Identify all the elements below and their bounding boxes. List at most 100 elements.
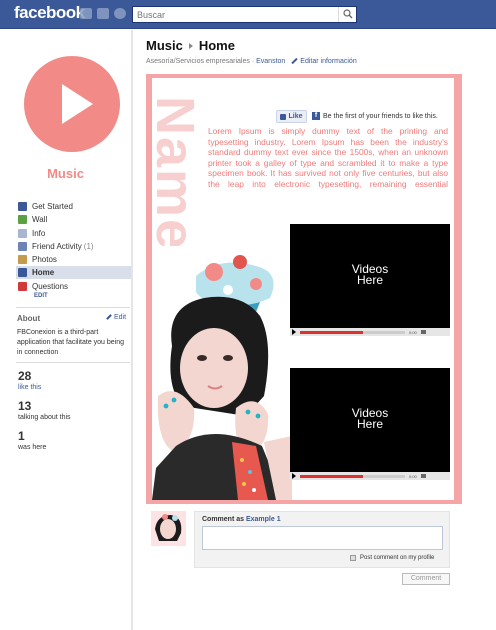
fullscreen-icon[interactable] <box>420 330 426 334</box>
fullscreen-icon[interactable] <box>420 474 426 478</box>
name-watermark: Name <box>152 96 205 252</box>
wall-icon <box>18 215 27 225</box>
sidebar-item-label: Photos <box>32 255 57 265</box>
comment-box: Comment as Example 1 Post comment on my … <box>194 511 450 568</box>
sidebar-item-questions[interactable]: Questions <box>16 280 131 293</box>
stat-was-here-label: was here <box>18 444 47 451</box>
comment-as-prefix: Comment as <box>202 516 245 523</box>
top-bar: facebook <box>0 0 496 29</box>
lorem-text: Lorem Ipsum is simply dummy text of the … <box>208 126 448 189</box>
comment-input[interactable] <box>202 526 443 550</box>
commenter-avatar-image <box>151 511 186 546</box>
sidebar-item-label: Info <box>32 228 46 238</box>
play-icon <box>62 84 93 124</box>
breadcrumb-current: Home <box>198 38 235 53</box>
post-to-profile[interactable]: Post comment on my profile <box>350 555 434 561</box>
pencil-icon <box>106 314 112 320</box>
video-1-progress[interactable] <box>300 330 405 334</box>
get-started-icon <box>18 202 27 211</box>
search-button[interactable] <box>338 7 356 22</box>
like-prompt: f Be the first of your friends to like t… <box>312 112 438 120</box>
video-1-progress-fill <box>300 330 363 334</box>
page-avatar[interactable] <box>24 56 120 152</box>
sidebar-item-label: Get Started <box>32 202 73 211</box>
friend-activity-icon <box>18 241 27 251</box>
home-icon <box>18 268 27 278</box>
pencil-icon <box>291 57 298 64</box>
commenter-avatar <box>151 511 186 546</box>
nav-edit-link[interactable]: EDIT <box>34 293 48 299</box>
sidebar-item-info[interactable]: Info <box>16 227 131 240</box>
play-button-icon[interactable] <box>292 473 296 479</box>
like-button[interactable]: Like <box>276 110 307 123</box>
like-prompt-text: Be the first of your friends to like thi… <box>323 112 438 120</box>
post-to-profile-checkbox[interactable] <box>350 555 356 561</box>
comment-as-user[interactable]: Example 1 <box>246 516 281 523</box>
custom-tab-card: Name Like f Be the first of your friends… <box>146 74 462 504</box>
breadcrumb-arrow-icon <box>188 42 193 49</box>
stat-likes: 28 like this <box>18 369 41 391</box>
breadcrumb-parent[interactable]: Music <box>146 38 183 53</box>
video-player-1[interactable]: Videos Here 0:00 <box>290 224 450 336</box>
info-icon <box>18 228 27 238</box>
sidebar-item-label: Wall <box>32 215 48 225</box>
video-1-line-2: Here <box>356 273 383 287</box>
stat-talking-number: 13 <box>18 399 32 413</box>
about-edit-label: Edit <box>114 314 127 321</box>
about-edit-link[interactable]: Edit <box>106 314 126 321</box>
stat-likes-label[interactable]: like this <box>18 384 41 391</box>
sidebar-item-photos[interactable]: Photos <box>16 253 131 266</box>
page-subline: Asesoría/Servicios empresariales · Evans… <box>146 57 357 65</box>
notifications-icon[interactable] <box>114 8 126 19</box>
sidebar-item-label: Questions <box>32 281 69 291</box>
stat-talking-label: talking about this <box>18 414 71 421</box>
thumbs-up-icon <box>280 113 287 120</box>
photos-icon <box>18 255 27 265</box>
search-icon <box>343 9 353 19</box>
video-player-2[interactable]: Videos Here 0:00 <box>290 368 450 480</box>
page-category[interactable]: Asesoría/Servicios empresariales <box>146 58 250 65</box>
sidebar-item-count: (1) <box>83 241 94 251</box>
stat-was-here-number: 1 <box>18 429 25 443</box>
sidebar-item-wall[interactable]: Wall <box>16 213 131 226</box>
friend-requests-icon[interactable] <box>80 8 92 19</box>
video-2-placeholder: Videos Here <box>290 407 450 431</box>
post-to-profile-label: Post comment on my profile <box>360 555 435 561</box>
sidebar-item-label: Friend Activity <box>32 241 82 251</box>
stat-was-here: 1 was here <box>18 429 46 451</box>
messages-icon[interactable] <box>97 8 109 19</box>
video-2-progress-fill <box>300 474 363 478</box>
facebook-logo[interactable]: facebook <box>14 3 85 23</box>
questions-icon <box>18 281 27 291</box>
sidebar-item-home[interactable]: Home <box>16 266 131 280</box>
video-2-time: 0:00 <box>409 473 417 479</box>
about-text: FBConexion is a third-part application t… <box>17 329 125 356</box>
page-location[interactable]: Evanston <box>256 58 285 65</box>
sidebar-item-friend-activity[interactable]: Friend Activity (1) <box>16 240 131 253</box>
comment-as-label: Comment as Example 1 <box>202 516 281 523</box>
video-2-progress[interactable] <box>300 474 405 478</box>
stats-divider <box>16 362 130 363</box>
search-input[interactable] <box>133 7 333 22</box>
like-button-label: Like <box>288 113 303 120</box>
video-1-controls: 0:00 <box>290 328 450 336</box>
video-2-line-2: Here <box>356 417 383 431</box>
about-heading: About <box>17 314 41 323</box>
comment-button[interactable]: Comment <box>402 573 450 585</box>
play-button-icon[interactable] <box>292 329 296 335</box>
breadcrumb: Music Home <box>146 38 235 53</box>
video-1-placeholder: Videos Here <box>290 263 450 287</box>
page-name[interactable]: Music <box>0 166 131 181</box>
photo-illustration <box>152 246 292 500</box>
sidebar-item-get-started[interactable]: Get Started <box>16 200 131 213</box>
stat-talking: 13 talking about this <box>18 399 71 421</box>
column-divider <box>131 30 133 630</box>
stat-likes-number: 28 <box>18 369 32 383</box>
search-box <box>132 6 357 23</box>
video-2-controls: 0:00 <box>290 472 450 480</box>
video-1-time: 0:00 <box>409 329 417 335</box>
facebook-small-icon: f <box>312 112 320 120</box>
sidebar-item-label: Home <box>32 268 55 278</box>
edit-info-link[interactable]: Editar información <box>300 58 356 65</box>
custom-tab-content: Name Like f Be the first of your friends… <box>152 78 454 500</box>
